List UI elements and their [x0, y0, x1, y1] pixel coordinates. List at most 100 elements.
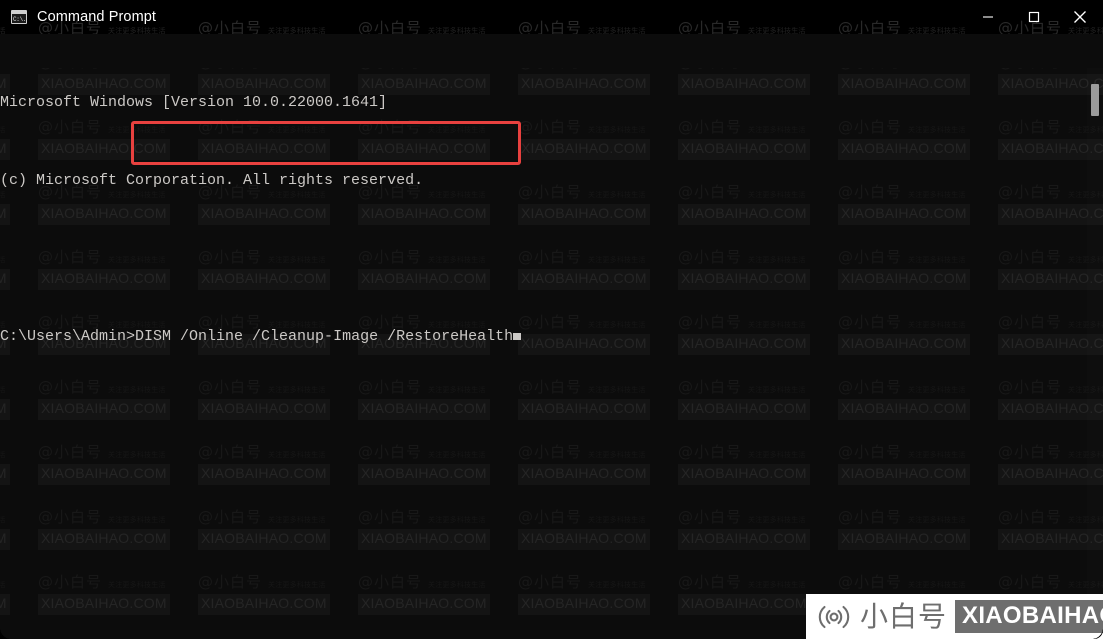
watermark-handle-row: @小白号关注更多科技生活 [38, 441, 166, 462]
watermark-handle-row: @小白号关注更多科技生活 [518, 17, 646, 34]
watermark-tagline: 关注更多科技生活 [0, 580, 6, 590]
watermark-tile: @小白号关注更多科技生活XIAOBAIHAO.COM [518, 571, 678, 636]
watermark-tile: @小白号关注更多科技生活XIAOBAIHAO.COM [518, 68, 678, 116]
watermark-tagline: 关注更多科技生活 [588, 515, 646, 525]
watermark-handle-row: @小白号关注更多科技生活 [838, 506, 966, 527]
watermark-handle: @小白号 [358, 573, 423, 591]
watermark-handle: @小白号 [998, 183, 1063, 201]
watermark-tagline: 关注更多科技生活 [108, 515, 166, 525]
watermark-handle-row: @小白号关注更多科技生活 [518, 116, 646, 137]
watermark-handle: @小白号 [518, 313, 583, 331]
watermark-handle-row: @小白号关注更多科技生活 [358, 441, 486, 462]
watermark-handle-row: @小白号关注更多科技生活 [358, 17, 486, 34]
watermark-handle-row: @小白号关注更多科技生活 [838, 441, 966, 462]
watermark-handle: @小白号 [838, 183, 903, 201]
watermark-handle-row: @小白号关注更多科技生活 [518, 376, 646, 397]
console-output-area[interactable]: @小白号关注更多科技生活XIAOBAIHAO.COM@小白号关注更多科技生活XI… [0, 34, 1103, 639]
minimize-icon [983, 16, 993, 18]
watermark-domain-box: XIAOBAIHAO.COM [518, 269, 650, 290]
watermark-handle-row: @小白号关注更多科技生活 [0, 571, 6, 592]
close-button[interactable] [1057, 0, 1103, 34]
watermark-tagline: 关注更多科技生活 [748, 320, 806, 330]
watermark-tile: @小白号关注更多科技生活XIAOBAIHAO.COM [838, 311, 998, 376]
console-line: Microsoft Windows [Version 10.0.22000.16… [0, 94, 388, 111]
watermark-tagline: 关注更多科技生活 [0, 450, 6, 460]
brand-domain: XIAOBAIHAO.COM [955, 600, 1103, 633]
brand-name-cn: 小白号 [860, 599, 948, 633]
watermark-handle: @小白号 [198, 573, 263, 591]
watermark-handle-row: @小白号关注更多科技生活 [838, 246, 966, 267]
watermark-handle: @小白号 [678, 118, 743, 136]
vertical-scrollbar[interactable] [1087, 68, 1103, 639]
watermark-tagline: 关注更多科技生活 [0, 27, 6, 34]
watermark-domain-box: XIAOBAIHAO.COM [38, 529, 170, 550]
watermark-tagline: 关注更多科技生活 [748, 515, 806, 525]
maximize-button[interactable] [1011, 0, 1057, 34]
watermark-handle: @小白号 [838, 248, 903, 266]
watermark-handle: @小白号 [998, 443, 1063, 461]
watermark-domain: XIAOBAIHAO.COM [0, 595, 7, 611]
watermark-handle-row: @小白号关注更多科技生活 [518, 441, 646, 462]
watermark-domain-box: XIAOBAIHAO.COM [678, 74, 810, 95]
watermark-domain-box: XIAOBAIHAO.COM [518, 529, 650, 550]
watermark-tagline: 关注更多科技生活 [108, 580, 166, 590]
watermark-tile: @小白号关注更多科技生活XIAOBAIHAO.COM [518, 0, 678, 17]
watermark-domain-box: XIAOBAIHAO.COM [198, 529, 330, 550]
watermark-domain: XIAOBAIHAO.COM [521, 335, 647, 351]
watermark-tagline: 关注更多科技生活 [908, 190, 966, 200]
watermark-tile: @小白号关注更多科技生活XIAOBAIHAO.COM [678, 441, 838, 506]
watermark-domain: XIAOBAIHAO.COM [681, 270, 807, 286]
watermark-handle-row: @小白号关注更多科技生活 [518, 68, 646, 72]
watermark-handle-row: @小白号关注更多科技生活 [678, 246, 806, 267]
watermark-domain: XIAOBAIHAO.COM [0, 400, 7, 416]
watermark-domain: XIAOBAIHAO.COM [841, 205, 967, 221]
window-title: Command Prompt [37, 9, 157, 25]
watermark-tagline: 关注更多科技生活 [428, 580, 486, 590]
watermark-handle: @小白号 [518, 378, 583, 396]
minimize-button[interactable] [965, 0, 1011, 34]
watermark-handle-row: @小白号关注更多科技生活 [678, 376, 806, 397]
watermark-domain-box: XIAOBAIHAO.COM [838, 399, 970, 420]
watermark-handle: @小白号 [838, 508, 903, 526]
watermark-tile: @小白号关注更多科技生活XIAOBAIHAO.COM [358, 17, 518, 34]
window-titlebar[interactable]: @小白号关注更多科技生活XIAOBAIHAO.COM@小白号关注更多科技生活XI… [0, 0, 1103, 34]
watermark-domain: XIAOBAIHAO.COM [681, 400, 807, 416]
watermark-handle: @小白号 [518, 19, 583, 34]
watermark-domain-box: XIAOBAIHAO.COM [358, 464, 490, 485]
watermark-domain-box: XIAOBAIHAO.COM [518, 399, 650, 420]
watermark-tagline: 关注更多科技生活 [588, 450, 646, 460]
watermark-domain: XIAOBAIHAO.COM [361, 595, 487, 611]
block-cursor [513, 333, 522, 340]
scrollbar-thumb[interactable] [1091, 84, 1099, 116]
watermark-domain-box: XIAOBAIHAO.COM [358, 594, 490, 615]
watermark-handle-row: @小白号关注更多科技生活 [838, 68, 966, 72]
watermark-domain: XIAOBAIHAO.COM [521, 595, 647, 611]
watermark-handle: @小白号 [998, 118, 1063, 136]
watermark-handle: @小白号 [358, 508, 423, 526]
watermark-domain: XIAOBAIHAO.COM [41, 595, 167, 611]
watermark-domain-box: XIAOBAIHAO.COM [678, 204, 810, 225]
watermark-tile: @小白号关注更多科技生活XIAOBAIHAO.COM [198, 506, 358, 571]
watermark-tagline: 关注更多科技生活 [908, 320, 966, 330]
watermark-tagline: 关注更多科技生活 [268, 450, 326, 460]
watermark-handle-row: @小白号关注更多科技生活 [838, 311, 966, 332]
watermark-domain: XIAOBAIHAO.COM [201, 530, 327, 546]
watermark-domain-box: XIAOBAIHAO.COM [678, 464, 810, 485]
watermark-tagline: 关注更多科技生活 [588, 27, 646, 34]
watermark-domain: XIAOBAIHAO.COM [841, 400, 967, 416]
watermark-domain-box: XIAOBAIHAO.COM [518, 139, 650, 160]
watermark-handle-row: @小白号关注更多科技生活 [358, 506, 486, 527]
watermark-domain: XIAOBAIHAO.COM [681, 595, 807, 611]
watermark-domain-box: XIAOBAIHAO.COM [838, 204, 970, 225]
watermark-handle: @小白号 [838, 68, 902, 72]
watermark-domain: XIAOBAIHAO.COM [521, 400, 647, 416]
watermark-handle: @小白号 [998, 508, 1063, 526]
watermark-tile: @小白号关注更多科技生活XIAOBAIHAO.COM [358, 506, 518, 571]
watermark-domain: XIAOBAIHAO.COM [201, 400, 327, 416]
watermark-tagline: 关注更多科技生活 [748, 255, 806, 265]
watermark-tagline: 关注更多科技生活 [908, 255, 966, 265]
watermark-tagline: 关注更多科技生活 [748, 27, 806, 34]
watermark-tile: @小白号关注更多科技生活XIAOBAIHAO.COM [198, 441, 358, 506]
watermark-domain: XIAOBAIHAO.COM [681, 140, 807, 156]
watermark-handle: @小白号 [38, 573, 103, 591]
